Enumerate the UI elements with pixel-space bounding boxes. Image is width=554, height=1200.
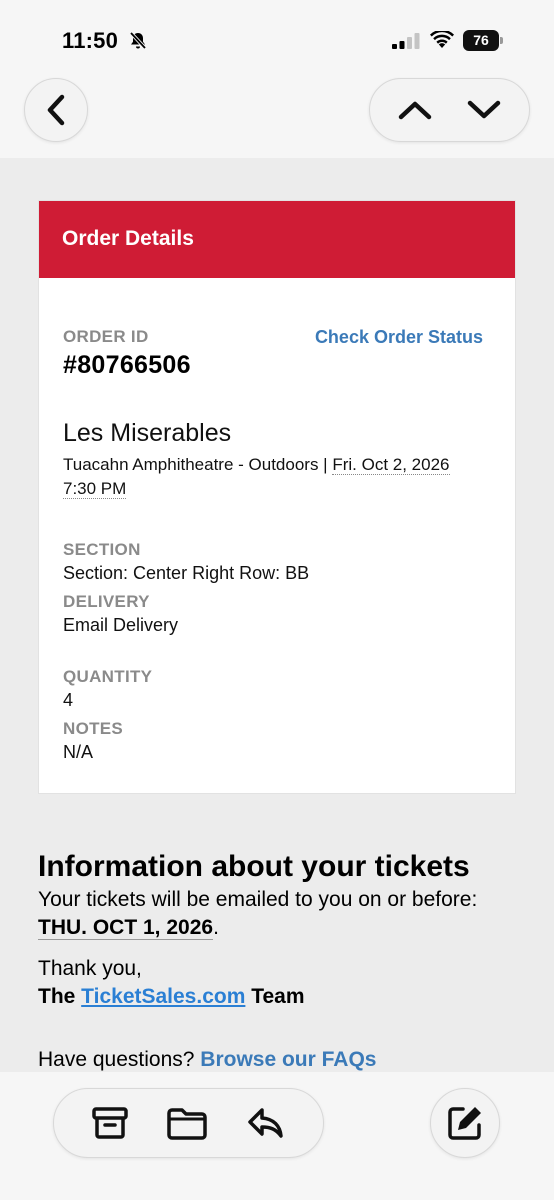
bottom-toolbar	[0, 1072, 554, 1200]
team-suffix: Team	[245, 985, 305, 1008]
ticketsales-link[interactable]: TicketSales.com	[81, 985, 245, 1008]
back-button[interactable]	[24, 78, 88, 142]
chevron-up-icon	[397, 99, 433, 121]
wifi-icon	[430, 31, 454, 49]
notes-label: NOTES	[63, 719, 124, 738]
info-text: Your tickets will be emailed to you on o…	[38, 888, 478, 911]
bell-slash-icon	[128, 31, 148, 51]
quantity-label: QUANTITY	[63, 667, 153, 686]
nav-bar	[0, 78, 554, 158]
reply-icon	[246, 1105, 286, 1141]
battery-icon: 76	[463, 30, 503, 51]
order-details-header: Order Details	[39, 201, 515, 278]
quantity-value: 4	[63, 690, 74, 710]
signal-icon	[392, 33, 422, 49]
status-time: 11:50	[62, 28, 119, 53]
section-value: Section: Center Right Row: BB	[63, 563, 310, 583]
delivery-label: DELIVERY	[63, 592, 150, 611]
delivery-date-suffix: .	[213, 916, 219, 939]
venue-name: Tuacahn Amphitheatre - Outdoors |	[63, 455, 333, 474]
questions-line: Have questions? Browse our FAQs	[38, 1046, 376, 1074]
section-label: SECTION	[63, 540, 141, 559]
previous-message-button[interactable]	[397, 99, 433, 121]
archive-icon	[91, 1105, 129, 1141]
chevron-left-icon	[44, 93, 68, 127]
check-order-status-link[interactable]: Check Order Status	[315, 327, 483, 348]
team-signature: The TicketSales.com Team	[38, 983, 305, 1011]
order-id-label: ORDER ID	[63, 327, 149, 346]
questions-text: Have questions?	[38, 1048, 201, 1071]
event-name: Les Miserables	[63, 419, 232, 447]
faq-link[interactable]: Browse our FAQs	[200, 1048, 376, 1071]
chevron-down-icon	[466, 99, 502, 121]
message-navigation	[369, 78, 530, 142]
order-details-card: Order Details ORDER ID Check Order Statu…	[38, 200, 516, 794]
folder-icon	[166, 1105, 208, 1141]
event-venue: Tuacahn Amphitheatre - Outdoors | Fri. O…	[63, 453, 483, 501]
archive-button[interactable]	[91, 1105, 129, 1141]
delivery-value: Email Delivery	[63, 615, 179, 635]
mail-actions-group	[53, 1088, 324, 1158]
notes-value: N/A	[63, 742, 94, 762]
compose-button[interactable]	[430, 1088, 500, 1158]
team-prefix: The	[38, 985, 82, 1008]
compose-icon	[446, 1104, 484, 1142]
next-message-button[interactable]	[466, 99, 502, 121]
battery-level: 76	[463, 30, 499, 51]
status-bar: 11:50 76	[0, 0, 554, 80]
move-to-folder-button[interactable]	[166, 1105, 208, 1141]
thanks-text: Thank you,	[38, 957, 142, 980]
info-date-line: THU. OCT 1, 2026.	[38, 914, 219, 942]
delivery-date: THU. OCT 1, 2026	[38, 916, 214, 940]
order-id-value: #80766506	[63, 351, 191, 379]
reply-button[interactable]	[246, 1105, 286, 1141]
info-title: Information about your tickets	[38, 850, 470, 883]
